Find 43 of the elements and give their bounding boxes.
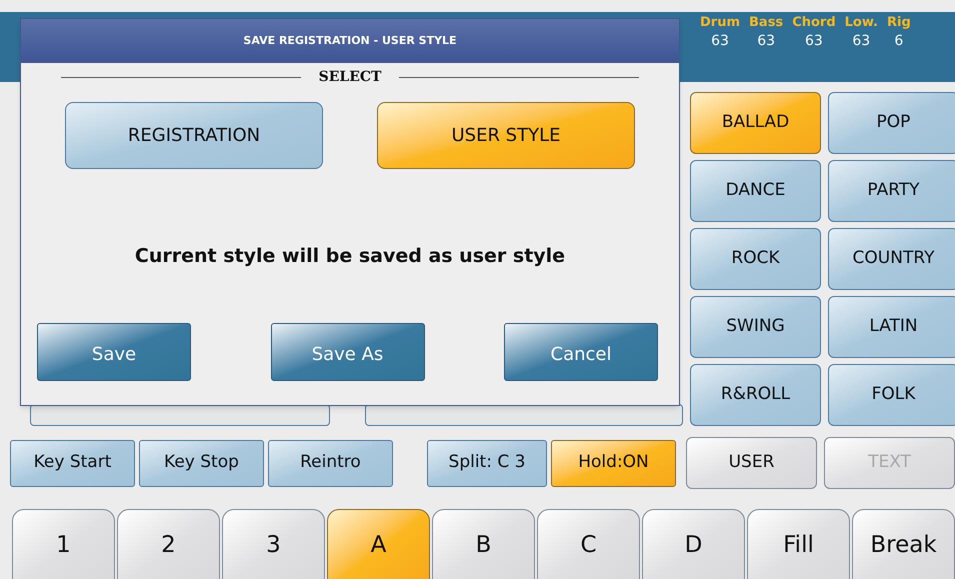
control-button[interactable]: Reintro <box>268 440 393 486</box>
style-button[interactable]: SWING <box>690 296 821 358</box>
variation-button[interactable]: Break <box>852 509 955 579</box>
style-button[interactable]: PARTY <box>828 160 955 222</box>
mixer-channel-label: Drum <box>700 14 740 31</box>
dialog-button[interactable]: Cancel <box>504 323 658 381</box>
mixer-channel-label: Low. <box>844 14 878 31</box>
dialog-button[interactable]: Save As <box>270 323 424 381</box>
mixer-channel-value: 63 <box>805 32 823 51</box>
dialog-message: Current style will be saved as user style <box>134 244 566 269</box>
mode-button[interactable]: REGISTRATION <box>65 102 323 169</box>
mixer-channel-label: Chord <box>792 14 836 31</box>
dialog-button[interactable]: Save <box>37 323 191 381</box>
variation-button[interactable]: D <box>642 509 745 579</box>
mode-button[interactable]: USER STYLE <box>377 102 635 169</box>
style-button[interactable]: LATIN <box>828 296 955 358</box>
variation-button[interactable]: 3 <box>222 509 325 579</box>
control-button[interactable]: Key Stop <box>138 440 264 486</box>
mixer-channel-value: 63 <box>711 32 729 51</box>
mixer-channel-value: 63 <box>852 32 870 51</box>
style-button[interactable]: R&ROLL <box>690 364 821 426</box>
style-button[interactable]: BALLAD <box>690 92 821 154</box>
variation-button[interactable]: 1 <box>12 509 115 579</box>
variation-button[interactable]: C <box>537 509 640 579</box>
variation-button[interactable]: Fill <box>747 509 850 579</box>
style-button[interactable]: DANCE <box>690 160 821 222</box>
control-button[interactable]: Split: C 3 <box>426 440 548 486</box>
dialog-title: SAVE REGISTRATION - USER STYLE <box>243 32 457 49</box>
variation-button[interactable]: 2 <box>117 509 220 579</box>
mixer-channel-value: 63 <box>757 32 776 51</box>
variation-button[interactable]: B <box>432 509 535 579</box>
mixer-channel-label: Rig <box>886 14 911 31</box>
mixer-channel-label: Bass <box>749 14 784 31</box>
section-label: SELECT <box>318 68 382 87</box>
mixer-channel-value: 6 <box>894 32 904 51</box>
style-button[interactable]: ROCK <box>690 228 821 290</box>
control-button[interactable]: Key Start <box>10 440 135 486</box>
control-button[interactable]: Hold:ON <box>551 440 676 486</box>
style-button[interactable]: POP <box>828 92 955 154</box>
style-button[interactable]: FOLK <box>828 364 955 426</box>
bank-button[interactable]: USER <box>686 437 818 489</box>
variation-button[interactable]: A <box>327 509 430 579</box>
style-button[interactable]: COUNTRY <box>828 228 955 290</box>
